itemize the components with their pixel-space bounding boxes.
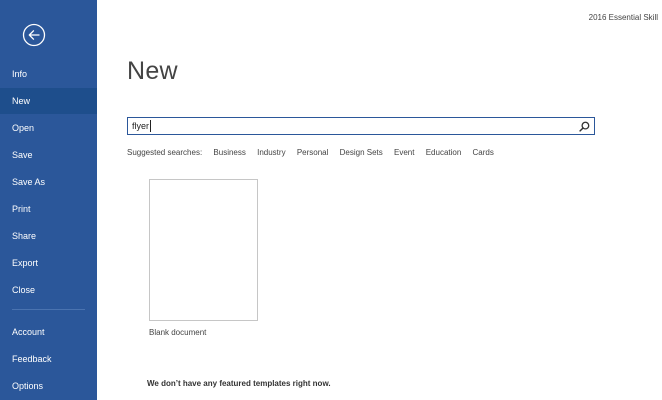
page-title: New	[127, 57, 178, 85]
sidebar-item-save-as[interactable]: Save As	[0, 169, 97, 195]
template-search-box[interactable]	[127, 117, 595, 135]
backstage-sidebar: Info New Open Save Save As Print Share E…	[0, 0, 97, 400]
suggested-search-education[interactable]: Education	[426, 148, 462, 157]
sidebar-divider	[12, 309, 85, 310]
suggested-search-industry[interactable]: Industry	[257, 148, 285, 157]
sidebar-item-print[interactable]: Print	[0, 196, 97, 222]
backstage-view: Info New Open Save Save As Print Share E…	[0, 0, 662, 400]
sidebar-item-export[interactable]: Export	[0, 250, 97, 276]
template-search-input[interactable]	[132, 118, 572, 134]
sidebar-item-save[interactable]: Save	[0, 142, 97, 168]
sidebar-item-new[interactable]: New	[0, 88, 97, 114]
no-templates-message: We don’t have any featured templates rig…	[147, 379, 331, 388]
sidebar-item-options[interactable]: Options	[0, 373, 97, 399]
suggested-search-design-sets[interactable]: Design Sets	[340, 148, 383, 157]
blank-document-label: Blank document	[149, 328, 207, 337]
suggested-search-business[interactable]: Business	[213, 148, 245, 157]
suggested-search-personal[interactable]: Personal	[297, 148, 329, 157]
window-title: 2016 Essential Skill	[588, 13, 658, 22]
sidebar-item-close[interactable]: Close	[0, 277, 97, 303]
suggested-searches: Suggested searches: Business Industry Pe…	[127, 148, 503, 157]
sidebar-item-open[interactable]: Open	[0, 115, 97, 141]
search-icon[interactable]	[579, 121, 590, 132]
back-button[interactable]	[22, 23, 46, 47]
suggested-search-event[interactable]: Event	[394, 148, 414, 157]
suggested-search-cards[interactable]: Cards	[473, 148, 494, 157]
back-arrow-icon	[22, 23, 46, 47]
blank-document-thumbnail[interactable]	[149, 179, 258, 321]
sidebar-item-share[interactable]: Share	[0, 223, 97, 249]
text-caret	[150, 120, 151, 132]
sidebar-item-info[interactable]: Info	[0, 61, 97, 87]
sidebar-item-account[interactable]: Account	[0, 319, 97, 345]
suggested-searches-label: Suggested searches:	[127, 148, 203, 157]
sidebar-item-feedback[interactable]: Feedback	[0, 346, 97, 372]
